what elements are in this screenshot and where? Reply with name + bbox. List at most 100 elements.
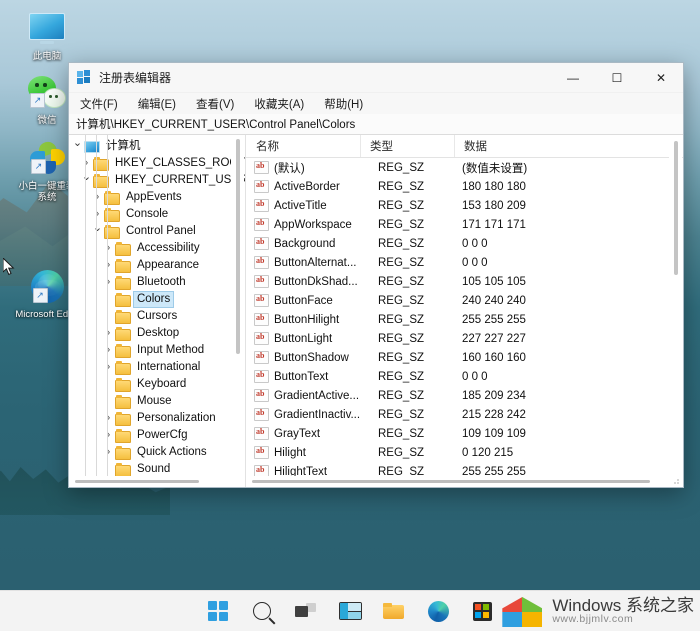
table-row[interactable]: ActiveTitle REG_SZ 153 180 209 xyxy=(246,196,683,215)
minimize-button[interactable]: — xyxy=(551,63,595,92)
watermark-logo-icon xyxy=(500,591,544,631)
registry-editor-window[interactable]: 注册表编辑器 — ☐ ✕ 文件(F) 编辑(E) 查看(V) 收藏夹(A) 帮助… xyxy=(68,62,684,488)
table-row[interactable]: ButtonDkShad... REG_SZ 105 105 105 xyxy=(246,272,683,291)
table-row[interactable]: (默认) REG_SZ (数值未设置) xyxy=(246,158,683,177)
edge-icon[interactable] xyxy=(426,599,450,623)
table-row[interactable]: Background REG_SZ 0 0 0 xyxy=(246,234,683,253)
table-row[interactable]: ButtonText REG_SZ 0 0 0 xyxy=(246,367,683,386)
table-row[interactable]: GradientActive... REG_SZ 185 209 234 xyxy=(246,386,683,405)
chevron-right-icon[interactable]: › xyxy=(102,260,115,271)
menu-favorites[interactable]: 收藏夹(A) xyxy=(251,95,307,113)
chevron-down-icon[interactable]: ⌄ xyxy=(71,138,84,149)
store-icon[interactable] xyxy=(470,599,494,623)
folder-icon xyxy=(115,428,131,443)
value-data: 109 109 109 xyxy=(462,427,526,440)
folder-icon xyxy=(115,292,131,307)
list-rows-area[interactable]: (默认) REG_SZ (数值未设置) ActiveBorder REG_SZ 180 1… xyxy=(246,158,683,476)
table-row[interactable]: ButtonHilight REG_SZ 255 255 255 xyxy=(246,310,683,329)
value-type: REG_SZ xyxy=(378,370,425,383)
search-icon[interactable] xyxy=(250,599,274,623)
string-value-icon xyxy=(254,236,269,250)
window-title: 注册表编辑器 xyxy=(99,71,172,85)
value-data: 0 0 0 xyxy=(462,370,488,383)
address-bar[interactable]: 计算机\HKEY_CURRENT_USER\Control Panel\Colo… xyxy=(69,114,683,135)
tree-node-label: Cursors xyxy=(137,310,178,322)
table-row[interactable]: ActiveBorder REG_SZ 180 180 180 xyxy=(246,177,683,196)
chevron-right-icon[interactable]: › xyxy=(102,413,115,424)
chevron-right-icon[interactable]: › xyxy=(102,243,115,254)
value-type: REG_SZ xyxy=(378,218,425,231)
column-header-data[interactable]: 数据 xyxy=(455,138,683,154)
chevron-right-icon[interactable]: › xyxy=(102,447,115,458)
menu-edit[interactable]: 编辑(E) xyxy=(135,95,179,113)
menu-view[interactable]: 查看(V) xyxy=(193,95,237,113)
value-name: Background xyxy=(274,237,336,250)
menu-help[interactable]: 帮助(H) xyxy=(321,95,366,113)
taskbar[interactable]: Windows 系统之家 www.bjjmlv.com xyxy=(0,590,700,631)
table-row[interactable]: AppWorkspace REG_SZ 171 171 171 xyxy=(246,215,683,234)
chevron-down-icon[interactable]: ⌄ xyxy=(91,223,104,234)
chevron-right-icon[interactable]: › xyxy=(91,192,104,203)
tree-horizontal-scrollbar[interactable] xyxy=(69,476,245,487)
table-row[interactable]: ButtonAlternat... REG_SZ 0 0 0 xyxy=(246,253,683,272)
value-type: REG_SZ xyxy=(378,180,425,193)
chevron-right-icon[interactable]: › xyxy=(91,209,104,220)
chevron-right-icon[interactable]: › xyxy=(102,362,115,373)
resize-grip[interactable] xyxy=(670,475,681,486)
folder-icon xyxy=(115,462,131,476)
value-type: REG_SZ xyxy=(378,389,425,402)
list-vertical-scrollbar[interactable] xyxy=(669,135,682,487)
window-titlebar[interactable]: 注册表编辑器 — ☐ ✕ xyxy=(69,63,683,93)
folder-icon xyxy=(115,309,131,324)
string-value-icon xyxy=(254,445,269,459)
tree-node-label: Bluetooth xyxy=(137,276,186,288)
value-data: 255 255 255 xyxy=(462,313,526,326)
table-row[interactable]: GradientInactiv... REG_SZ 215 228 242 xyxy=(246,405,683,424)
chevron-down-icon[interactable]: ⌄ xyxy=(80,172,93,183)
value-name: ButtonAlternat... xyxy=(274,256,357,269)
value-data: 180 180 180 xyxy=(462,180,526,193)
value-type: REG_SZ xyxy=(378,294,425,307)
chevron-right-icon[interactable]: › xyxy=(80,158,93,169)
close-button[interactable]: ✕ xyxy=(639,63,683,92)
list-column-headers[interactable]: 名称 类型 数据 xyxy=(246,135,683,158)
chevron-right-icon[interactable]: › xyxy=(102,328,115,339)
tree-node-label: Console xyxy=(126,208,169,220)
list-horizontal-scrollbar[interactable] xyxy=(246,476,683,487)
shortcut-arrow-icon: ↗ xyxy=(32,287,48,303)
column-header-type[interactable]: 类型 xyxy=(361,138,454,154)
tree-node-label: Desktop xyxy=(137,327,180,339)
table-row[interactable]: ButtonFace REG_SZ 240 240 240 xyxy=(246,291,683,310)
string-value-icon xyxy=(254,369,269,383)
file-explorer-icon[interactable] xyxy=(382,599,406,623)
tree-scroll-area[interactable]: ⌄ 计算机 › HKEY_CLASSES_ROOT ⌄ HKEY_CURRENT_USER… xyxy=(69,135,245,476)
table-row[interactable]: GrayText REG_SZ 109 109 109 xyxy=(246,424,683,443)
window-controls: — ☐ ✕ xyxy=(551,63,683,92)
value-data: 215 228 242 xyxy=(462,408,526,421)
chevron-right-icon[interactable]: › xyxy=(102,277,115,288)
tree-vertical-scrollbar[interactable] xyxy=(231,135,244,487)
chevron-right-icon[interactable]: › xyxy=(102,430,115,441)
table-row[interactable]: ButtonLight REG_SZ 227 227 227 xyxy=(246,329,683,348)
start-icon[interactable] xyxy=(206,599,230,623)
value-data: 0 120 215 xyxy=(462,446,514,459)
registry-tree-pane[interactable]: ⌄ 计算机 › HKEY_CLASSES_ROOT ⌄ HKEY_CURRENT_USER… xyxy=(69,135,246,487)
registry-values-pane[interactable]: 名称 类型 数据 (默认) REG_SZ (数值未设置) ActiveBorder RE… xyxy=(246,135,683,487)
menu-file[interactable]: 文件(F) xyxy=(77,95,121,113)
menu-bar[interactable]: 文件(F) 编辑(E) 查看(V) 收藏夹(A) 帮助(H) xyxy=(69,93,683,114)
task-view-icon[interactable] xyxy=(294,599,318,623)
table-row[interactable]: HilightText REG_SZ 255 255 255 xyxy=(246,462,683,476)
table-row[interactable]: ButtonShadow REG_SZ 160 160 160 xyxy=(246,348,683,367)
desktop-icon-this-pc[interactable]: 此电脑 xyxy=(14,6,80,62)
tree-indent-guide xyxy=(85,135,86,476)
tree-node-label: Sound xyxy=(137,463,171,475)
chevron-right-icon[interactable]: › xyxy=(102,345,115,356)
table-row[interactable]: Hilight REG_SZ 0 120 215 xyxy=(246,443,683,462)
string-value-icon xyxy=(254,217,269,231)
value-data: 227 227 227 xyxy=(462,332,526,345)
value-type: REG_SZ xyxy=(378,161,425,174)
tree-node-label: Appearance xyxy=(137,259,200,271)
widgets-icon[interactable] xyxy=(338,599,362,623)
maximize-button[interactable]: ☐ xyxy=(595,63,639,92)
column-header-name[interactable]: 名称 xyxy=(246,138,360,154)
